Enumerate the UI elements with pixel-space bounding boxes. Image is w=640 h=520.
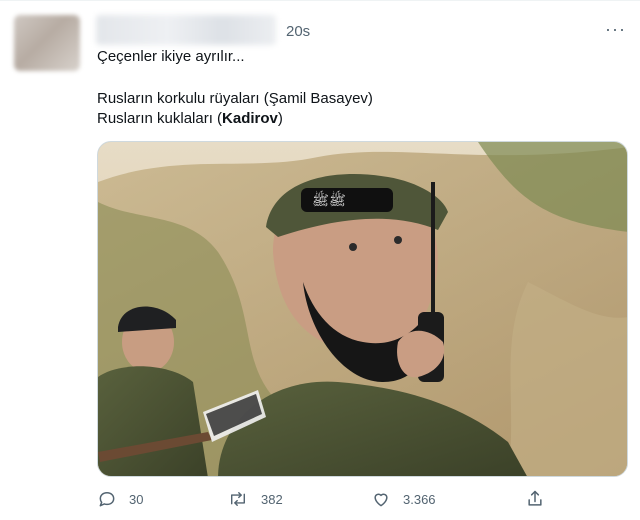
tweet-actions: 30 382 3.366 — [97, 489, 628, 515]
tweet-time[interactable]: 20s — [286, 23, 310, 40]
author-name-blurred[interactable] — [96, 15, 276, 45]
reply-count: 30 — [129, 491, 144, 507]
like-button[interactable]: 3.366 — [371, 489, 436, 509]
tweet-text-line-3: Rusların kukla­ları (Kadirov) — [97, 109, 283, 129]
reply-button[interactable]: 30 — [97, 489, 143, 509]
reply-icon — [99, 492, 115, 507]
retweet-icon — [231, 492, 245, 506]
heart-icon — [374, 493, 388, 507]
tweet-text-line-3-suffix: ) — [277, 110, 283, 127]
tweet-text-line-3-bold: Kadirov — [222, 110, 278, 127]
photo-illustration: ﷺﷺ — [98, 142, 627, 476]
share-button[interactable] — [525, 489, 545, 509]
tweet-photo[interactable]: ﷺﷺ — [97, 141, 628, 477]
tweet-text-line-1: Çeçenler ikiye ayrılır... — [97, 48, 245, 65]
retweet-button[interactable]: 382 — [227, 489, 283, 509]
svg-text:ﷺﷺ: ﷺﷺ — [312, 190, 346, 209]
tweet[interactable]: 20s ··· Çeçenler ikiye ayrılır... Ruslar… — [0, 0, 640, 520]
tweet-text-line-3-prefix: Rusların kukla­ları ( — [97, 110, 223, 127]
avatar-blurred[interactable] — [14, 15, 80, 71]
share-icon — [528, 490, 542, 506]
more-options-button[interactable]: ··· — [605, 19, 626, 40]
retweet-count: 382 — [261, 491, 283, 507]
like-count: 3.366 — [403, 491, 436, 507]
tweet-text-line-2: Rusların korkulu rüyaları (Şamil Basayev… — [97, 90, 373, 107]
